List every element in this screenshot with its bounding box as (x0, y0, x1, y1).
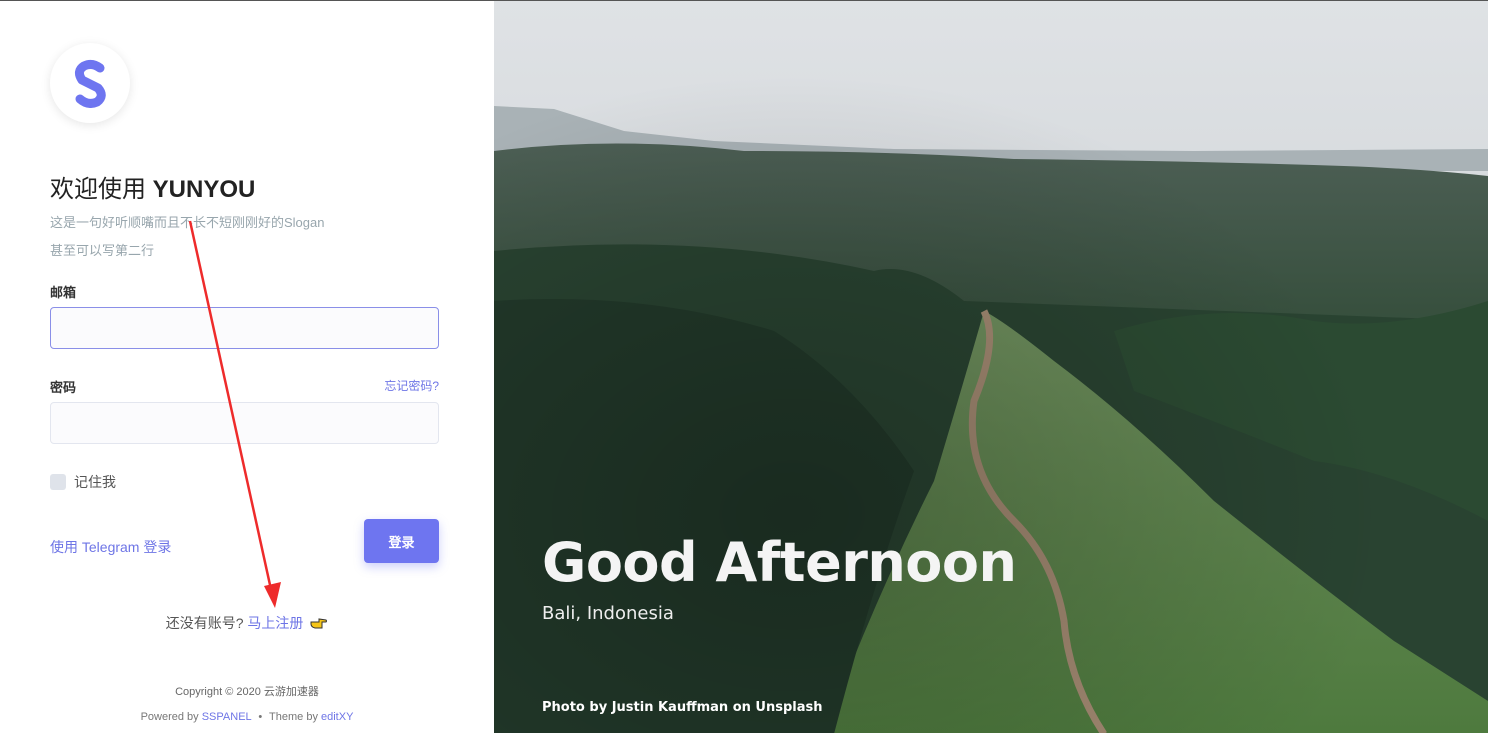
email-label: 邮箱 (50, 285, 77, 300)
pointing-hand-icon (310, 618, 328, 629)
slogan-line-2: 甚至可以写第二行 (50, 243, 155, 258)
brand-logo (50, 43, 130, 123)
remember-label: 记住我 (74, 474, 116, 490)
hero-greeting: Good Afternoon (542, 531, 1017, 594)
hero-location: Bali, Indonesia (542, 603, 674, 624)
page-title: 欢迎使用 YUNYOU (50, 169, 255, 204)
photo-credit: Photo by Justin Kauffman on Unsplash (542, 700, 823, 715)
powered-prefix: Powered by (140, 711, 202, 723)
login-button[interactable]: 登录 (364, 519, 439, 563)
editxy-link[interactable]: editXY (321, 711, 353, 723)
signup-prompt: 还没有账号? (165, 615, 244, 631)
password-label: 密码 (50, 380, 77, 395)
hero-panel: Good Afternoon Bali, Indonesia Photo by … (494, 1, 1488, 733)
login-panel: 欢迎使用 YUNYOU 这是一句好听顺嘴而且不长不短刚刚好的Slogan 甚至可… (0, 1, 494, 733)
signup-link[interactable]: 马上注册 (247, 615, 303, 631)
theme-prefix: Theme by (269, 711, 321, 723)
sspanel-link[interactable]: SSPANEL (202, 711, 252, 723)
telegram-login-link[interactable]: 使用 Telegram 登录 (50, 537, 171, 557)
signup-row: 还没有账号? 马上注册 (0, 613, 494, 633)
copyright: Copyright © 2020 云游加速器 (175, 686, 319, 698)
title-prefix: 欢迎使用 (50, 176, 153, 203)
title-brand: YUNYOU (152, 176, 256, 203)
footer-separator: • (258, 711, 263, 723)
forgot-password-link[interactable]: 忘记密码? (384, 377, 439, 394)
powered-by: Powered by SSPANEL • Theme by editXY (0, 711, 494, 723)
remember-me[interactable]: 记住我 (50, 472, 116, 492)
s-logo-icon (74, 59, 106, 108)
remember-checkbox[interactable] (50, 474, 66, 490)
annotation-arrow-icon (188, 220, 281, 608)
